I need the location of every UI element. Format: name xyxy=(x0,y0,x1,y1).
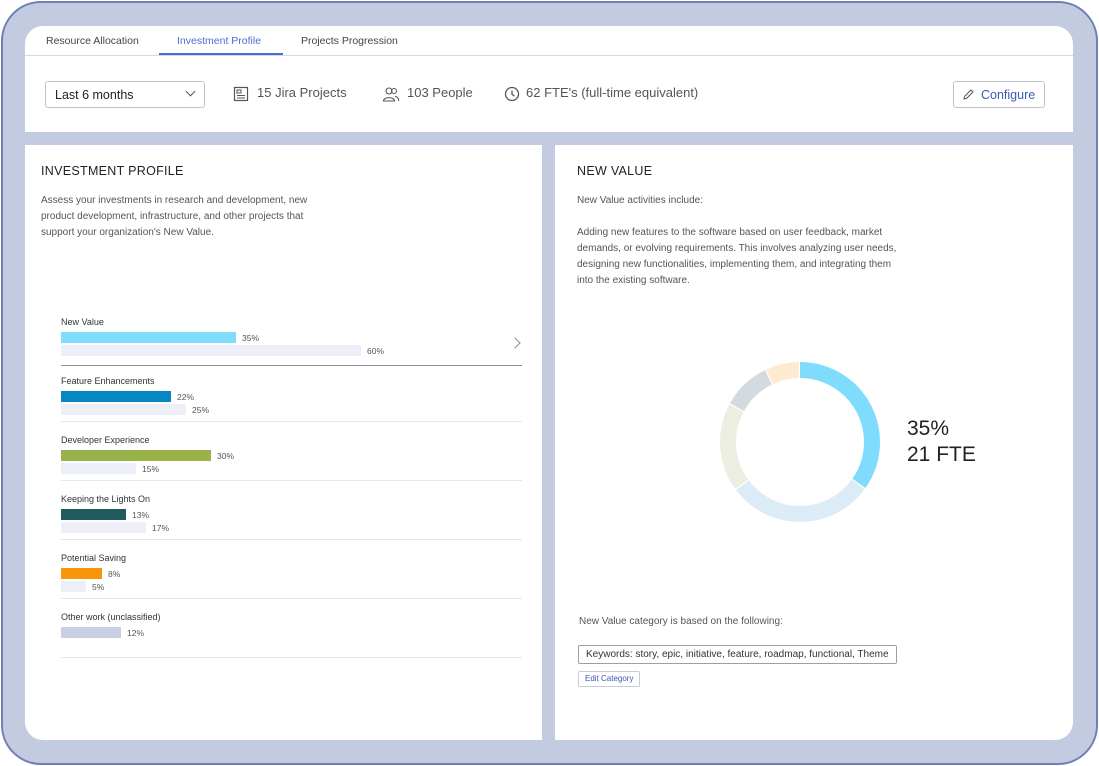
benchmark-value: 17% xyxy=(152,523,170,533)
current-allocation-bar xyxy=(61,391,171,402)
benchmark-value: 15% xyxy=(142,464,160,474)
new-value-panel: NEW VALUE New Value activities include: … xyxy=(555,145,1073,740)
current-allocation-bar xyxy=(61,332,236,343)
tab-projects-progression[interactable]: Projects Progression xyxy=(301,35,398,47)
pencil-icon xyxy=(963,89,974,100)
row-divider xyxy=(61,598,522,599)
investment-profile-panel: INVESTMENT PROFILE Assess your investmen… xyxy=(25,145,542,740)
benchmark-value: 5% xyxy=(92,582,105,592)
configure-button[interactable]: Configure xyxy=(953,81,1045,108)
tab-resource-allocation[interactable]: Resource Allocation xyxy=(46,35,139,47)
active-tab-indicator xyxy=(159,53,283,55)
current-allocation-value: 12% xyxy=(127,628,145,638)
description-line: designing new functionalities, implement… xyxy=(577,259,892,270)
benchmark-bar xyxy=(61,404,186,415)
benchmark-value: 25% xyxy=(192,405,210,415)
donut-percent: 35% xyxy=(907,417,950,440)
description-line: Assess your investments in research and … xyxy=(41,195,308,206)
projects-count: 15 Jira Projects xyxy=(257,85,347,100)
edit-category-button[interactable]: Edit Category xyxy=(578,671,641,687)
clock-icon xyxy=(504,86,520,102)
row-divider xyxy=(61,480,522,481)
row-divider xyxy=(61,365,522,366)
row-divider xyxy=(61,539,522,540)
current-allocation-bar xyxy=(61,568,102,579)
current-allocation-bar xyxy=(61,627,121,638)
category-label: Developer Experience xyxy=(61,435,150,445)
current-allocation-bar xyxy=(61,450,211,461)
row-divider xyxy=(61,421,522,422)
current-allocation-value: 30% xyxy=(217,451,235,461)
benchmark-bar xyxy=(61,581,86,592)
donut-fte: 21 FTE xyxy=(907,443,976,466)
current-allocation-value: 13% xyxy=(132,510,150,520)
category-basis-text: New Value category is based on the follo… xyxy=(579,616,783,627)
filter-bar: Last 6 months 15 Jira Projects 103 Peopl… xyxy=(25,56,1073,132)
category-label: New Value xyxy=(61,317,104,327)
category-label: Feature Enhancements xyxy=(61,376,155,386)
new-value-donut-chart xyxy=(720,362,880,522)
row-divider xyxy=(61,657,522,658)
benchmark-bar xyxy=(61,463,136,474)
benchmark-value: 60% xyxy=(367,346,385,356)
period-select-value: Last 6 months xyxy=(55,88,134,102)
tab-investment-profile[interactable]: Investment Profile xyxy=(177,35,261,47)
chevron-right-icon[interactable] xyxy=(509,337,521,349)
header-card: Resource Allocation Investment Profile P… xyxy=(25,26,1073,132)
investment-profile-title: INVESTMENT PROFILE xyxy=(41,164,184,178)
current-allocation-bar xyxy=(61,509,126,520)
keywords-box: Keywords: story, epic, initiative, featu… xyxy=(578,645,897,664)
description-line: Adding new features to the software base… xyxy=(577,227,883,238)
people-count: 103 People xyxy=(407,85,473,100)
new-value-description: Adding new features to the software base… xyxy=(577,225,896,289)
current-allocation-value: 22% xyxy=(177,392,195,402)
document-icon xyxy=(233,86,249,102)
new-value-intro: New Value activities include: xyxy=(577,195,703,206)
current-allocation-value: 35% xyxy=(242,333,260,343)
description-line: into the existing software. xyxy=(577,275,690,286)
people-icon xyxy=(382,87,400,102)
new-value-title: NEW VALUE xyxy=(577,164,653,178)
configure-label: Configure xyxy=(981,88,1036,102)
fte-count: 62 FTE's (full-time equivalent) xyxy=(526,85,699,100)
description-line: product development, infrastructure, and… xyxy=(41,211,304,222)
category-label: Keeping the Lights On xyxy=(61,494,151,504)
current-allocation-value: 8% xyxy=(108,569,121,579)
period-select[interactable]: Last 6 months xyxy=(45,81,205,108)
chevron-down-icon xyxy=(185,86,196,97)
category-label: Potential Saving xyxy=(61,553,127,563)
description-line: demands, or evolving requirements. This … xyxy=(577,243,897,254)
investment-profile-description: Assess your investments in research and … xyxy=(41,193,307,241)
category-label: Other work (unclassified) xyxy=(61,612,161,622)
description-line: support your organization's New Value. xyxy=(41,227,214,238)
tab-bar: Resource Allocation Investment Profile P… xyxy=(25,26,1073,56)
benchmark-bar xyxy=(61,522,146,533)
benchmark-bar xyxy=(61,345,361,356)
